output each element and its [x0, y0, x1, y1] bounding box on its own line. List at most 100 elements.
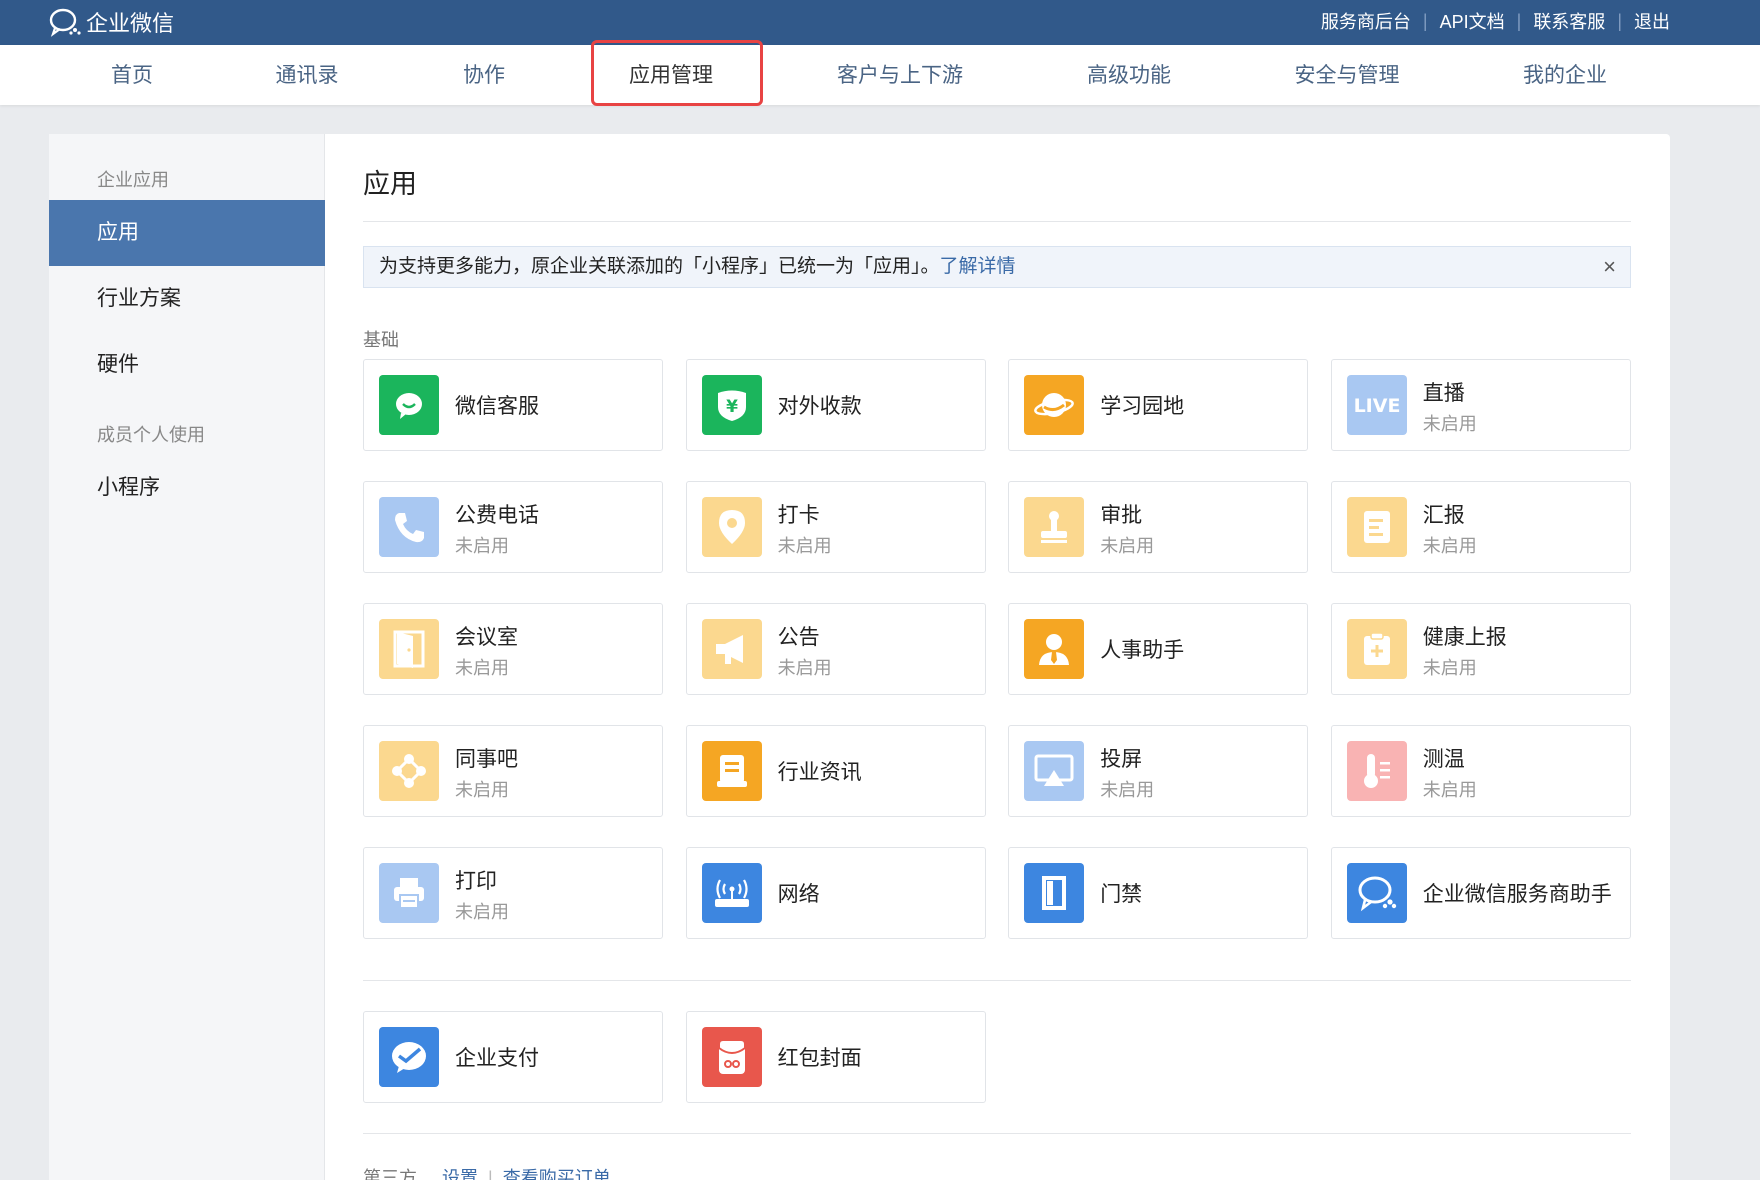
news-doc-icon: [701, 741, 762, 801]
nav-security[interactable]: 安全与管理: [1280, 45, 1414, 105]
app-card[interactable]: 审批 未启用: [1008, 481, 1309, 573]
app-card[interactable]: 同事吧 未启用: [363, 725, 663, 817]
app-card[interactable]: 会议室 未启用: [363, 603, 663, 695]
app-name: 微信客服: [455, 395, 539, 418]
nav-my-company[interactable]: 我的企业: [1500, 45, 1630, 105]
network-dots-icon: [379, 741, 439, 801]
wecom-logo-icon: [49, 8, 81, 37]
app-card[interactable]: 企业微信服务商助手: [1330, 847, 1631, 939]
app-name: 学习园地: [1100, 395, 1185, 418]
app-card[interactable]: 打印 未启用: [363, 847, 663, 939]
nav-contacts[interactable]: 通讯录: [255, 45, 359, 105]
third-party-settings-link[interactable]: 设置: [442, 1168, 478, 1180]
printer-icon: [379, 863, 439, 923]
divider: |: [488, 1168, 493, 1180]
nav-home[interactable]: 首页: [80, 45, 184, 105]
app-card[interactable]: 行业资讯: [685, 725, 986, 817]
divider: [363, 221, 1631, 222]
sidebar-group-personal: 成员个人使用: [97, 425, 205, 445]
app-name: 企业微信服务商助手: [1422, 883, 1612, 906]
notice-banner: 为支持更多能力，原企业关联添加的「小程序」已统一为「应用」。了解详情 ×: [363, 246, 1631, 288]
close-icon[interactable]: ×: [1603, 247, 1616, 287]
contact-support-link[interactable]: 联系客服: [1533, 8, 1605, 34]
router-icon: [701, 863, 762, 923]
logout-link[interactable]: 退出: [1634, 8, 1670, 34]
sidebar-item-miniprogram[interactable]: 小程序: [49, 455, 325, 521]
svg-text:¥: ¥: [726, 397, 738, 417]
app-name: 健康上报: [1422, 626, 1507, 649]
app-card[interactable]: 人事助手: [1008, 603, 1309, 695]
sidebar-item-industry[interactable]: 行业方案: [49, 266, 325, 332]
person-tie-icon: [1024, 619, 1085, 679]
thermometer-icon: [1346, 741, 1407, 801]
app-name: 打卡: [777, 504, 820, 527]
app-grid: 微信客服 ¥ 对外收款 学习园地 LIVE 直播 未启用 公费电话 未启用 打卡 未启用 审批 未启用汇…: [363, 359, 1631, 939]
door-access-icon: [1024, 863, 1085, 923]
logo[interactable]: 企业微信: [48, 6, 174, 38]
app-status: 未启用: [777, 536, 832, 556]
app-name: 汇报: [1422, 504, 1465, 527]
app-name: 直播: [1422, 382, 1465, 405]
phone-icon: [379, 497, 439, 557]
sidebar-group-enterprise: 企业应用: [97, 170, 169, 190]
megaphone-icon: [701, 619, 762, 679]
pay-check-icon: [379, 1027, 439, 1087]
app-card[interactable]: 微信客服: [363, 359, 663, 451]
nav-app-management[interactable]: 应用管理: [609, 45, 733, 105]
nav-advanced[interactable]: 高级功能: [1064, 45, 1194, 105]
app-name: 行业资讯: [777, 761, 862, 784]
logo-text: 企业微信: [86, 11, 175, 36]
divider: [363, 1133, 1631, 1134]
app-name: 门禁: [1100, 883, 1143, 906]
notice-learn-more-link[interactable]: 了解详情: [940, 256, 1016, 277]
app-card[interactable]: 公费电话 未启用: [363, 481, 663, 573]
provider-admin-link[interactable]: 服务商后台: [1321, 8, 1411, 34]
app-card[interactable]: 企业支付: [363, 1011, 663, 1103]
view-orders-link[interactable]: 查看购买订单: [503, 1168, 611, 1180]
app-status: 未启用: [777, 658, 832, 678]
live-icon: LIVE: [1346, 375, 1407, 435]
app-status: 未启用: [455, 780, 509, 800]
main-panel: 企业应用 应用 行业方案 硬件 成员个人使用 小程序 应用 为支持更多能力，原企…: [49, 134, 1670, 1180]
nav-customers[interactable]: 客户与上下游: [820, 45, 980, 105]
app-status: 未启用: [455, 658, 509, 678]
page-title: 应用: [363, 169, 417, 199]
app-card[interactable]: 学习园地: [1008, 359, 1309, 451]
divider: [427, 1168, 432, 1180]
app-card[interactable]: 公告 未启用: [685, 603, 986, 695]
sidebar-item-apps[interactable]: 应用: [49, 200, 325, 266]
app-name: 公费电话: [455, 504, 539, 527]
report-doc-icon: [1346, 497, 1407, 557]
app-card[interactable]: 汇报 未启用: [1330, 481, 1631, 573]
planet-icon: [1024, 375, 1085, 435]
section-basic-label: 基础: [363, 330, 399, 350]
app-card[interactable]: 打卡 未启用: [685, 481, 986, 573]
app-status: 未启用: [1422, 780, 1477, 800]
app-card[interactable]: 测温 未启用: [1330, 725, 1631, 817]
app-name: 测温: [1422, 748, 1465, 771]
api-docs-link[interactable]: API文档: [1440, 8, 1505, 34]
app-card[interactable]: 健康上报 未启用: [1330, 603, 1631, 695]
nav-collaboration[interactable]: 协作: [432, 45, 536, 105]
notice-text: 为支持更多能力，原企业关联添加的「小程序」已统一为「应用」。: [379, 256, 940, 277]
sidebar: 企业应用 应用 行业方案 硬件 成员个人使用 小程序: [49, 134, 325, 1180]
app-name: 打印: [455, 870, 497, 893]
app-card[interactable]: 红包封面: [685, 1011, 986, 1103]
sidebar-item-hardware[interactable]: 硬件: [49, 332, 325, 398]
app-status: 未启用: [1100, 536, 1155, 556]
chat-bubble-icon: [1346, 863, 1407, 923]
app-name: 网络: [777, 883, 820, 906]
app-card[interactable]: 投屏 未启用: [1008, 725, 1309, 817]
app-status: 未启用: [1100, 780, 1155, 800]
main-nav: 首页 通讯录 协作 应用管理 客户与上下游 高级功能 安全与管理 我的企业: [0, 45, 1760, 105]
divider: |: [1516, 10, 1522, 31]
health-clipboard-icon: [1346, 619, 1407, 679]
divider: [363, 980, 1631, 981]
location-pin-icon: [701, 497, 762, 557]
app-card[interactable]: LIVE 直播 未启用: [1330, 359, 1631, 451]
red-envelope-icon: [701, 1027, 762, 1087]
app-card[interactable]: 网络: [685, 847, 986, 939]
app-card[interactable]: 门禁: [1008, 847, 1309, 939]
app-card[interactable]: ¥ 对外收款: [685, 359, 986, 451]
app-status: 未启用: [455, 902, 509, 922]
